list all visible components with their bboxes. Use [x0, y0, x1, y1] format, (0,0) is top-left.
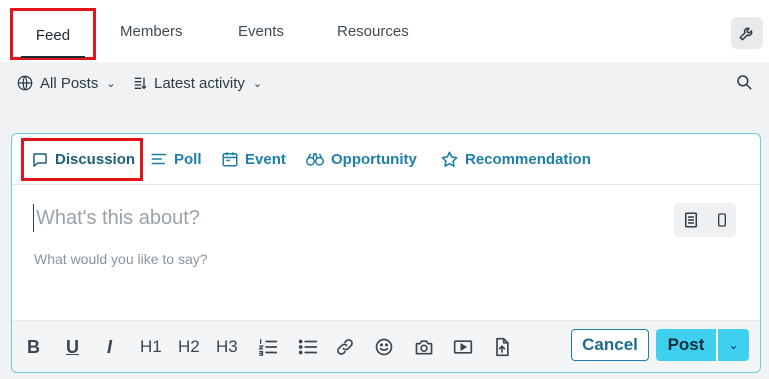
- community-tabs-bar: Feed Members Events Resources: [0, 0, 769, 62]
- underline-button[interactable]: U: [66, 335, 79, 359]
- post-type-recommendation[interactable]: Recommendation: [440, 147, 591, 171]
- formatting-toolbar: B U I H1 H2 H3 Cancel Post ⌄: [12, 320, 760, 372]
- search-icon: [737, 75, 752, 90]
- numbered-list-icon: [258, 339, 278, 356]
- tab-events[interactable]: Events: [238, 18, 284, 46]
- chevron-down-icon: ⌄: [728, 338, 739, 352]
- globe-icon: [17, 75, 33, 91]
- tab-members[interactable]: Members: [120, 18, 183, 46]
- post-type-opportunity[interactable]: Opportunity: [305, 147, 417, 171]
- file-upload-button[interactable]: [492, 335, 512, 359]
- post-type-poll[interactable]: Poll: [150, 147, 202, 171]
- link-icon: [337, 339, 353, 355]
- emoji-button[interactable]: [374, 335, 394, 359]
- editor-mode-toggle: [674, 203, 736, 237]
- calendar-icon: [222, 152, 238, 167]
- heading2-button[interactable]: H2: [178, 335, 200, 359]
- post-type-selector: Discussion Poll Event Opportunity Recomm…: [12, 134, 760, 185]
- tab-feed[interactable]: Feed: [10, 8, 96, 60]
- opportunity-label: Opportunity: [331, 150, 417, 168]
- settings-wrench-button[interactable]: [731, 17, 763, 49]
- binoculars-icon: [306, 153, 324, 166]
- chevron-down-icon: ⌄: [252, 77, 263, 90]
- chevron-down-icon: ⌄: [106, 77, 116, 90]
- mobile-view-icon[interactable]: [716, 212, 728, 228]
- file-upload-icon: [496, 337, 509, 357]
- italic-button[interactable]: I: [107, 335, 112, 359]
- recommendation-label: Recommendation: [465, 150, 591, 168]
- video-play-icon: [453, 340, 473, 354]
- wrench-icon: [739, 27, 753, 41]
- post-body-input[interactable]: What would you like to say?: [34, 251, 208, 267]
- post-type-discussion[interactable]: Discussion: [21, 138, 143, 181]
- post-composer: Discussion Poll Event Opportunity Recomm…: [11, 133, 761, 373]
- post-button[interactable]: Post: [656, 329, 716, 361]
- bullet-list-icon: [298, 339, 318, 355]
- all-posts-label: All Posts: [40, 74, 99, 92]
- poll-label: Poll: [174, 150, 202, 168]
- speech-bubble-icon: [33, 152, 47, 167]
- video-embed-button[interactable]: [452, 335, 474, 359]
- poll-lines-icon: [151, 153, 167, 165]
- numbered-list-button[interactable]: [257, 335, 279, 359]
- bullet-list-button[interactable]: [297, 335, 319, 359]
- post-type-event[interactable]: Event: [221, 147, 286, 171]
- event-label: Event: [245, 150, 286, 168]
- sort-label: Latest activity: [154, 74, 245, 92]
- discussion-label: Discussion: [55, 151, 136, 168]
- post-options-button[interactable]: ⌄: [717, 329, 749, 361]
- all-posts-dropdown[interactable]: All Posts ⌄: [16, 70, 116, 96]
- link-button[interactable]: [335, 335, 355, 359]
- search-button[interactable]: [731, 69, 757, 95]
- tab-resources[interactable]: Resources: [337, 18, 409, 46]
- sort-list-icon: [134, 77, 147, 90]
- image-upload-button[interactable]: [413, 335, 435, 359]
- camera-icon: [415, 340, 433, 355]
- smiley-icon: [375, 338, 393, 356]
- heading3-button[interactable]: H3: [216, 335, 238, 359]
- post-title-input[interactable]: What's this about?: [33, 204, 200, 232]
- feed-filter-bar: All Posts ⌄ Latest activity ⌄: [0, 62, 769, 106]
- bold-button[interactable]: B: [27, 335, 40, 359]
- heading1-button[interactable]: H1: [140, 335, 162, 359]
- cancel-button[interactable]: Cancel: [571, 329, 649, 361]
- star-icon: [441, 151, 458, 167]
- document-view-icon[interactable]: [682, 211, 700, 229]
- sort-dropdown[interactable]: Latest activity ⌄: [132, 70, 262, 96]
